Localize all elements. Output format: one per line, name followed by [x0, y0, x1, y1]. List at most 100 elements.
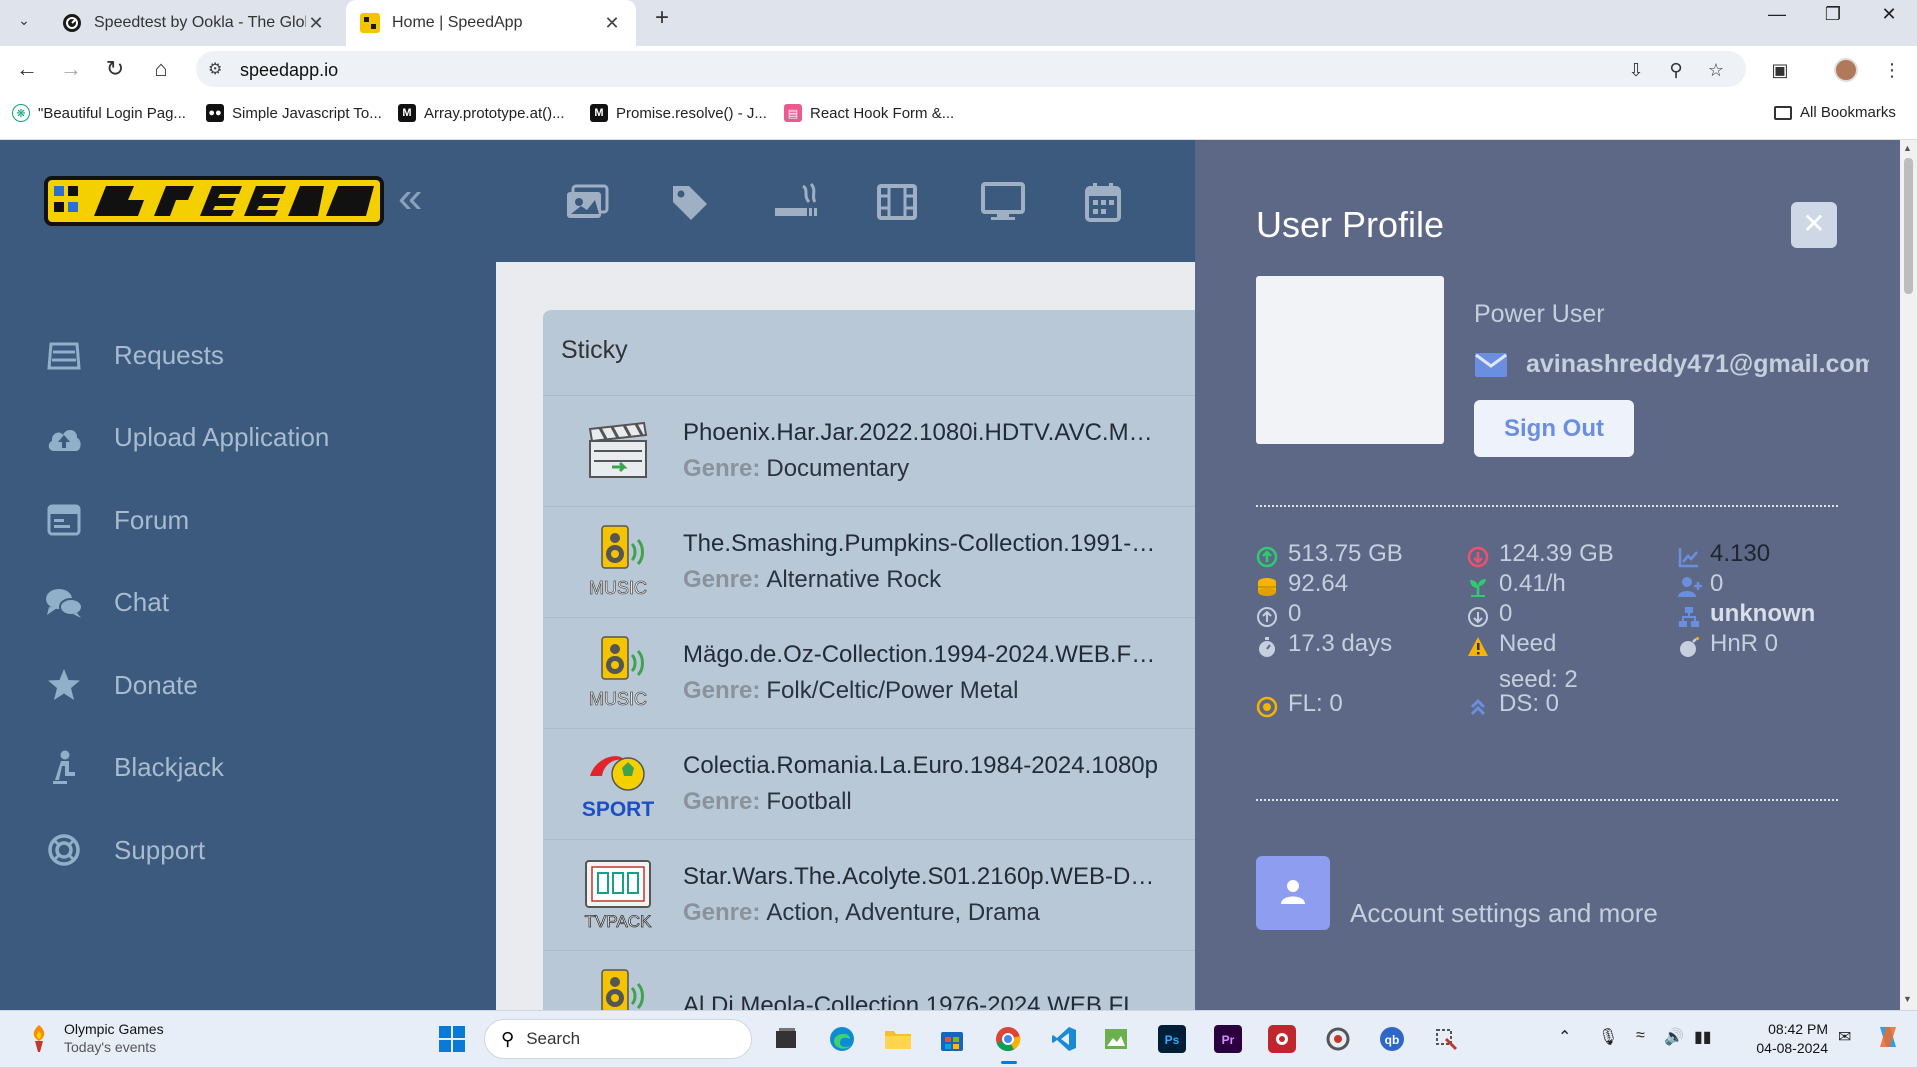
torrent-name[interactable]: The.Smashing.Pumpkins-Collection.1991-20…	[683, 530, 1163, 558]
home-button[interactable]: ⌂	[146, 54, 176, 84]
scrollbar-thumb[interactable]	[1904, 158, 1913, 294]
close-icon[interactable]: ✕	[306, 13, 326, 34]
screen-recorder-icon[interactable]	[1264, 1021, 1300, 1057]
all-bookmarks-button[interactable]: All Bookmarks	[1774, 104, 1896, 121]
scroll-down-icon[interactable]: ▼	[1903, 994, 1912, 1004]
chrome-icon[interactable]	[990, 1021, 1026, 1057]
sign-out-button[interactable]: Sign Out	[1474, 400, 1634, 457]
wifi-icon[interactable]: ≈	[1636, 1027, 1645, 1045]
torrent-name[interactable]: Star.Wars.The.Acolyte.S01.2160p.WEB-DL.D…	[683, 863, 1163, 891]
tvpack-category-icon: TVPACK	[573, 855, 663, 935]
bookmark-item[interactable]: ❋ "Beautiful Login Pag...	[12, 104, 186, 122]
bookmark-item[interactable]: M Promise.resolve() - J...	[590, 104, 767, 122]
tool-app-icon[interactable]	[1320, 1021, 1356, 1057]
bookmark-label: Array.prototype.at()...	[424, 104, 565, 122]
bookmark-item[interactable]: M Array.prototype.at()...	[398, 104, 565, 122]
torrent-name[interactable]: Mägo.de.Oz-Collection.1994-2024.WEB.FLAC	[683, 641, 1163, 669]
menu-kebab-icon[interactable]: ⋮	[1880, 58, 1904, 82]
store-icon[interactable]	[934, 1021, 970, 1057]
reload-button[interactable]: ↻	[100, 54, 130, 84]
taskbar-search[interactable]: ⚲ Search	[484, 1019, 752, 1059]
image-editor-icon[interactable]	[1098, 1021, 1134, 1057]
task-view-icon[interactable]	[768, 1021, 804, 1057]
sidebar-item-upload-application[interactable]: Upload Application	[44, 397, 329, 480]
volume-icon[interactable]: 🔊	[1664, 1027, 1684, 1047]
photoshop-icon[interactable]: Ps	[1154, 1021, 1190, 1057]
divider	[1256, 505, 1838, 507]
documentary-category-icon	[573, 411, 663, 491]
close-icon[interactable]: ✕	[602, 13, 622, 34]
browser-tab-speedapp[interactable]: Home | SpeedApp ✕	[346, 0, 636, 46]
calendar-icon[interactable]	[1085, 180, 1189, 224]
speedapp-logo[interactable]	[44, 176, 384, 226]
person-seated-icon	[44, 748, 84, 788]
torrent-genre: Documentary	[766, 455, 910, 482]
torrent-row[interactable]: Phoenix.Har.Jar.2022.1080i.HDTV.AVC.MA5.…	[543, 396, 1243, 507]
copilot-icon[interactable]	[1874, 1023, 1902, 1056]
file-explorer-icon[interactable]	[880, 1021, 916, 1057]
bookmark-item[interactable]: ●● Simple Javascript To...	[206, 104, 382, 122]
bookmark-star-icon[interactable]: ☆	[1704, 58, 1728, 82]
new-tab-button[interactable]: +	[648, 4, 676, 32]
account-settings-link[interactable]: Account settings and more	[1350, 898, 1658, 929]
collapse-sidebar-icon[interactable]: «	[398, 176, 422, 220]
stat-fl: FL: 0	[1256, 686, 1343, 722]
torrent-row[interactable]: MUSIC The.Smashing.Pumpkins-Collection.1…	[543, 507, 1243, 618]
network-icon	[1678, 603, 1700, 627]
sidebar-item-chat[interactable]: Chat	[44, 562, 329, 645]
film-icon[interactable]	[877, 180, 981, 224]
system-clock[interactable]: 08:42 PM 04-08-2024	[1744, 1020, 1828, 1058]
restore-button[interactable]: ❐	[1806, 0, 1860, 30]
page-scrollbar[interactable]: ▲ ▼	[1900, 140, 1917, 1010]
chevron-up-icon[interactable]: ⌃	[1558, 1027, 1571, 1047]
torrent-name[interactable]: Colectia.Romania.La.Euro.1984-2024.1080p	[683, 752, 1163, 780]
forward-button[interactable]: →	[56, 54, 86, 84]
torrent-row[interactable]: MUSIC Mägo.de.Oz-Collection.1994-2024.WE…	[543, 618, 1243, 729]
photos-icon[interactable]	[565, 180, 669, 224]
notification-bell-icon[interactable]: ✉	[1838, 1027, 1851, 1047]
profile-avatar[interactable]	[1834, 58, 1858, 82]
smoking-icon[interactable]	[773, 180, 877, 224]
battery-icon[interactable]: ▮▮	[1694, 1027, 1712, 1047]
close-panel-button[interactable]: ✕	[1791, 202, 1837, 248]
vscode-icon[interactable]	[1046, 1021, 1082, 1057]
back-button[interactable]: ←	[12, 54, 42, 84]
user-role: Power User	[1474, 300, 1605, 328]
zoom-icon[interactable]: ⚲	[1664, 58, 1688, 82]
bookmark-item[interactable]: ▤ React Hook Form &...	[784, 104, 954, 122]
window-close-button[interactable]: ✕	[1862, 0, 1916, 30]
sidebar-item-support[interactable]: Support	[44, 809, 329, 892]
sidebar-item-forum[interactable]: Forum	[44, 479, 329, 562]
stat-value: FL: 0	[1288, 690, 1343, 717]
qbittorrent-icon[interactable]: qb	[1374, 1021, 1410, 1057]
tab-title: Home | SpeedApp	[392, 14, 523, 31]
sidebar-item-blackjack[interactable]: Blackjack	[44, 727, 329, 810]
browser-tab-speedtest[interactable]: Speedtest by Ookla - The Global Broadban…	[48, 0, 340, 46]
account-settings-button[interactable]	[1256, 856, 1330, 930]
avatar[interactable]	[1256, 276, 1444, 444]
sidebar-item-donate[interactable]: Donate	[44, 644, 329, 727]
extensions-icon[interactable]: ▣	[1768, 58, 1792, 82]
torrent-name[interactable]: Al.Di.Meola-Collection.1976-2024.WEB.FLA…	[683, 992, 1163, 1010]
torrent-name[interactable]: Phoenix.Har.Jar.2022.1080i.HDTV.AVC.MA5.…	[683, 419, 1163, 447]
torrent-genre: Football	[766, 788, 852, 815]
tab-search-button[interactable]: ⌄	[10, 6, 38, 34]
tag-icon[interactable]	[669, 180, 773, 224]
minimize-button[interactable]: —	[1750, 0, 1804, 30]
torrent-row[interactable]: TVPACK Star.Wars.The.Acolyte.S01.2160p.W…	[543, 840, 1243, 951]
scroll-up-icon[interactable]: ▲	[1903, 143, 1912, 153]
install-app-icon[interactable]: ⇩	[1624, 58, 1648, 82]
sidebar-item-requests[interactable]: Requests	[44, 314, 329, 397]
torrent-row[interactable]: SPORT Colectia.Romania.La.Euro.1984-2024…	[543, 729, 1243, 840]
snipping-tool-icon[interactable]	[1428, 1021, 1464, 1057]
torrent-row[interactable]: Al.Di.Meola-Collection.1976-2024.WEB.FLA…	[543, 951, 1243, 1010]
microphone-icon[interactable]: 🎙	[1598, 1027, 1618, 1047]
tvpack-category-label: TVPACK	[585, 912, 652, 931]
premiere-icon[interactable]: Pr	[1210, 1021, 1246, 1057]
widgets-button[interactable]: Olympic Games Today's events	[26, 1021, 164, 1055]
edge-icon[interactable]	[824, 1021, 860, 1057]
site-info-icon[interactable]: ⚙	[208, 59, 222, 79]
start-button[interactable]	[434, 1021, 470, 1057]
address-bar[interactable]: ⚙ speedapp.io ⇩ ⚲ ☆	[196, 51, 1746, 87]
monitor-icon[interactable]	[981, 180, 1085, 224]
